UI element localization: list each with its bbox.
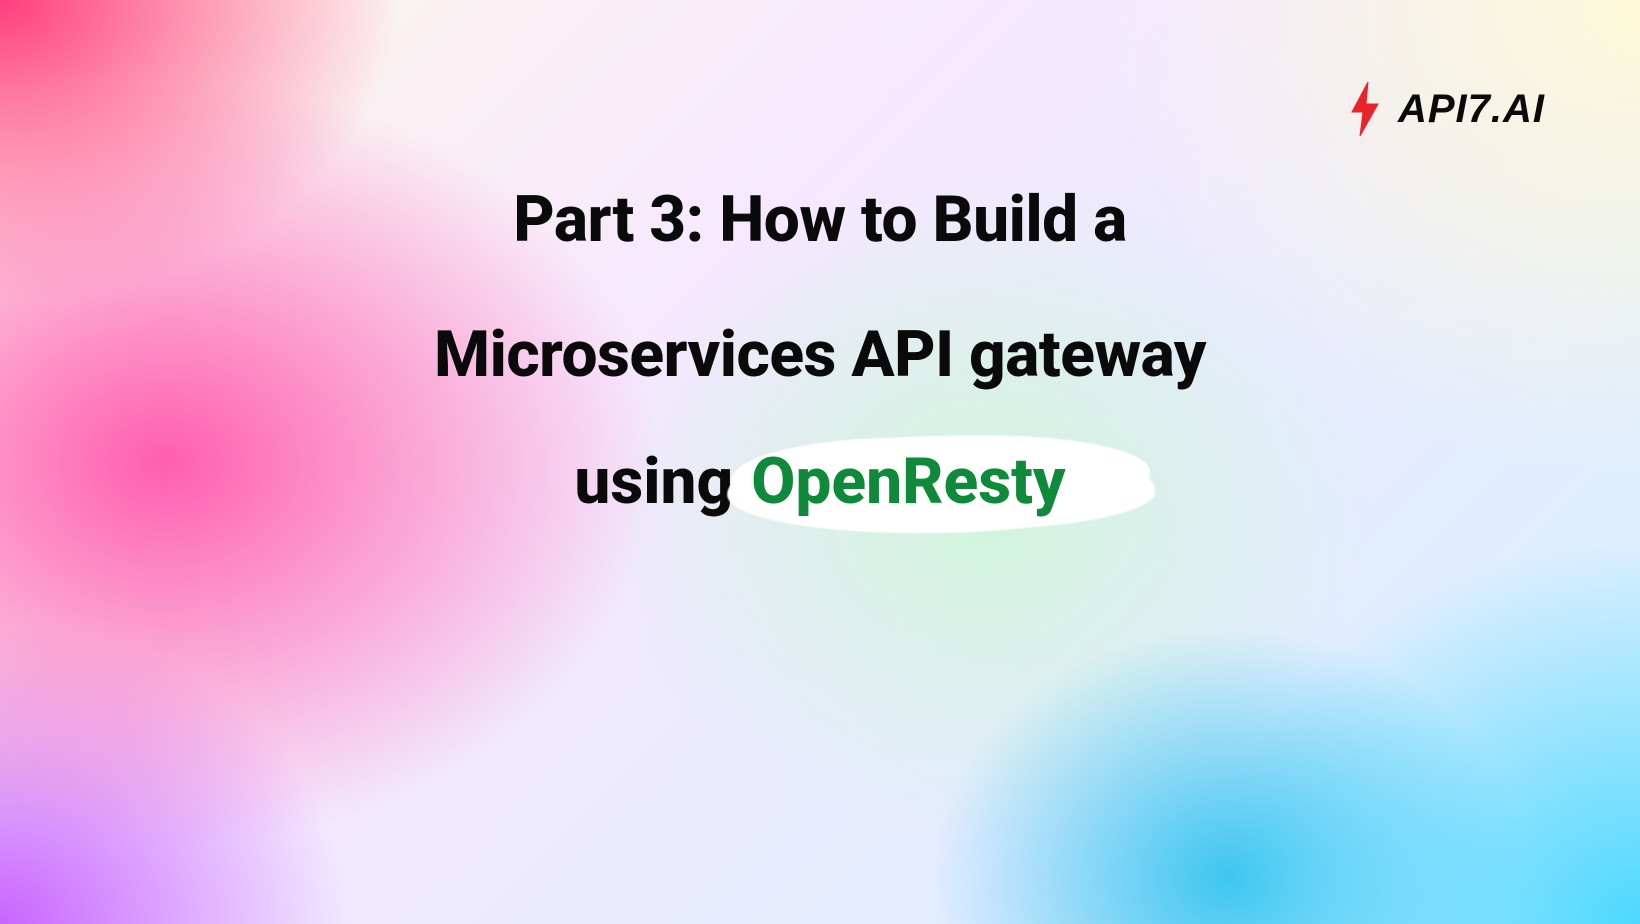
highlight-word: OpenResty: [751, 444, 1065, 519]
title-block: Part 3: How to Build a Microservices API…: [0, 175, 1640, 519]
highlight-container: OpenResty: [751, 444, 1065, 519]
title-line-3: using OpenResty: [574, 444, 1065, 519]
title-line-1: Part 3: How to Build a: [180, 175, 1460, 265]
title-prefix: using: [574, 444, 733, 519]
title-line-2: Microservices API gateway: [180, 310, 1460, 400]
brand-logo: API7.AI: [1346, 80, 1545, 138]
logo-text: API7.AI: [1398, 87, 1545, 132]
lightning-icon: [1346, 80, 1384, 138]
